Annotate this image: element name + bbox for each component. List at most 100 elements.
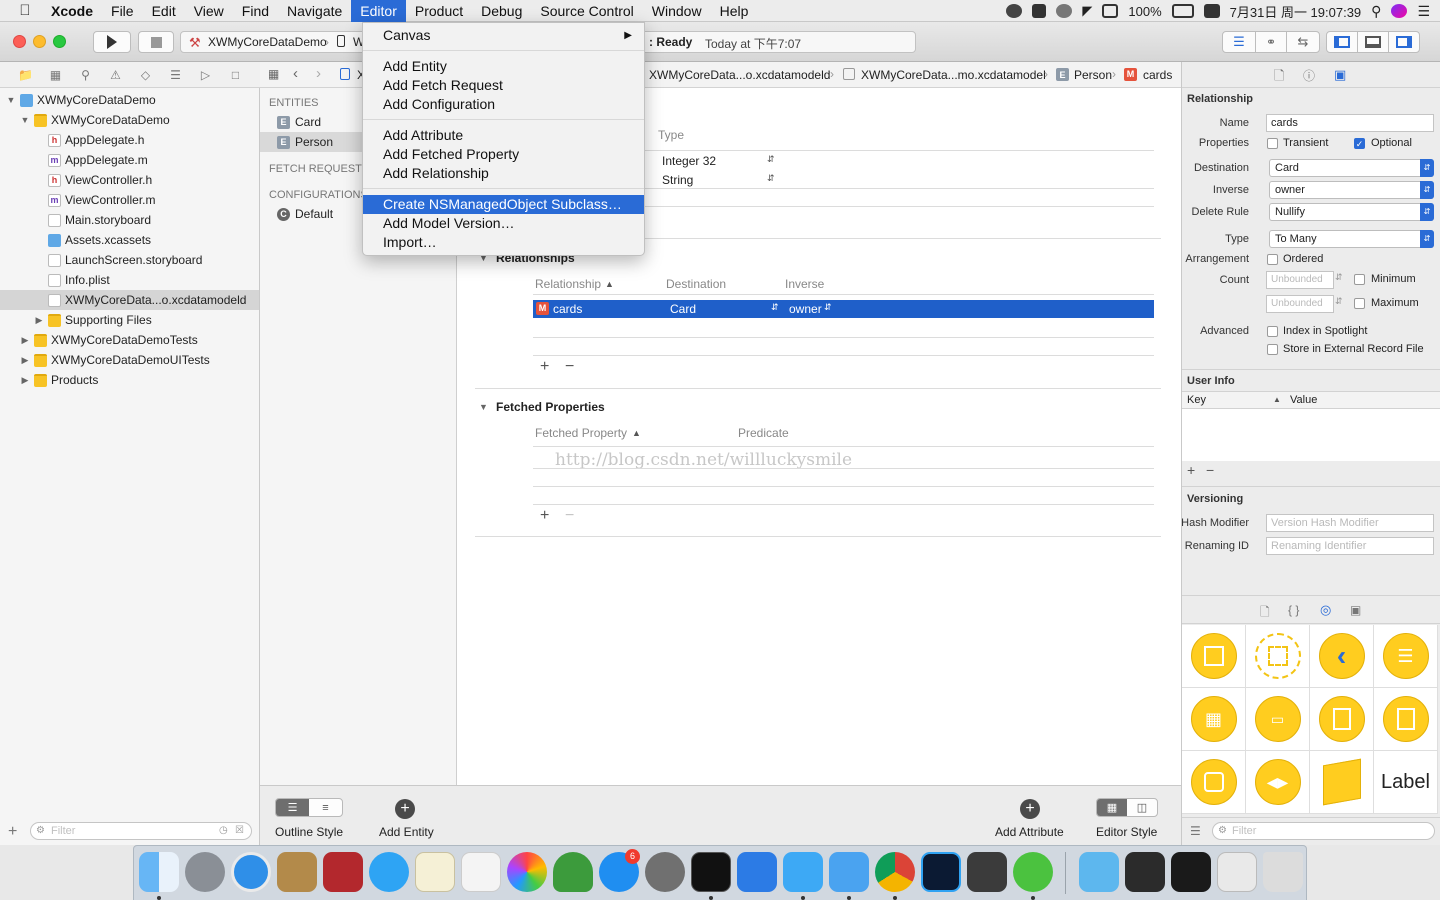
spotlight-search-icon[interactable]: ⚲	[1371, 3, 1381, 20]
navigator-row[interactable]: h ViewController.h	[0, 170, 259, 190]
menu-edit[interactable]: Edit	[143, 0, 185, 22]
navigator-row[interactable]: ▶ Supporting Files	[0, 310, 259, 330]
external-record-checkbox[interactable]	[1267, 344, 1278, 355]
add-entity-button[interactable]: +	[395, 799, 415, 819]
library-item-page-view-controller[interactable]	[1374, 688, 1438, 751]
menu-item-canvas[interactable]: Canvas ▶	[363, 26, 644, 45]
launchpad-icon[interactable]	[185, 852, 225, 892]
graph-style-icon[interactable]: ◫	[1127, 799, 1157, 816]
attribute-type-popup[interactable]: String ⇵	[662, 173, 777, 187]
disclosure-closed-icon[interactable]: ▶	[20, 335, 30, 346]
menu-item-add-fetch-request[interactable]: Add Fetch Request	[363, 76, 644, 95]
pages-icon[interactable]	[461, 852, 501, 892]
navigator-row[interactable]: ▶ Products	[0, 370, 259, 390]
wechat-tray-icon[interactable]	[1006, 4, 1023, 18]
photos-icon[interactable]	[507, 852, 547, 892]
stepper-icon[interactable]: ⇵	[1335, 296, 1343, 307]
sublime-text-icon[interactable]	[967, 852, 1007, 892]
symbol-navigator-tab-icon[interactable]: ▦	[47, 68, 64, 82]
quick-help-icon[interactable]: ⓘ	[1303, 67, 1315, 84]
documents-stack-icon[interactable]	[1217, 852, 1257, 892]
disclosure-closed-icon[interactable]: ▶	[20, 375, 30, 386]
green-app-icon[interactable]	[553, 852, 593, 892]
object-library-icon[interactable]: ◎	[1320, 602, 1331, 618]
toggle-debug-area-button[interactable]	[1357, 31, 1389, 53]
library-item-object[interactable]	[1310, 751, 1374, 814]
notes-icon[interactable]	[415, 852, 455, 892]
value-column-header[interactable]: Value	[1290, 394, 1317, 406]
menu-item-add-model-version[interactable]: Add Model Version…	[363, 214, 644, 233]
navigator-row[interactable]: ▶ XWMyCoreDataDemoUITests	[0, 350, 259, 370]
menu-app-xcode[interactable]: Xcode	[42, 0, 102, 22]
add-relationship-icon[interactable]: +	[540, 358, 549, 376]
menu-editor[interactable]: Editor	[351, 0, 406, 22]
menu-source-control[interactable]: Source Control	[531, 0, 642, 22]
recent-files-icon[interactable]: ◷	[219, 825, 228, 836]
chrome-icon[interactable]	[875, 852, 915, 892]
library-item-glkit-view-controller[interactable]	[1182, 751, 1246, 814]
stepper-icon[interactable]: ⇵	[1335, 272, 1343, 283]
menu-find[interactable]: Find	[233, 0, 278, 22]
user-info-table[interactable]	[1182, 409, 1440, 461]
wifi-icon[interactable]: ◤	[1082, 3, 1092, 19]
navigator-row[interactable]: XWMyCoreData...o.xcdatamodeld	[0, 290, 259, 310]
inverse-popup[interactable]: owner ⇵	[1269, 181, 1434, 199]
remove-fetched-property-icon[interactable]: −	[565, 507, 574, 525]
inverse-column-header[interactable]: Inverse	[785, 277, 824, 291]
add-attribute-button[interactable]: +	[1020, 799, 1040, 819]
breadcrumb-entity[interactable]: Person	[1074, 68, 1112, 82]
library-item-label[interactable]: Label	[1374, 751, 1438, 814]
report-navigator-tab-icon[interactable]: □	[227, 68, 244, 82]
remove-user-info-icon[interactable]: −	[1206, 462, 1214, 478]
minimum-checkbox[interactable]	[1354, 274, 1365, 285]
navigator-row[interactable]: Info.plist	[0, 270, 259, 290]
table-style-icon[interactable]: ▦	[1097, 799, 1127, 816]
add-user-info-icon[interactable]: +	[1187, 462, 1195, 478]
hierarchical-style-icon[interactable]: ≡	[309, 799, 342, 816]
disclosure-open-icon[interactable]: ▼	[20, 115, 30, 125]
menu-item-add-attribute[interactable]: Add Attribute	[363, 126, 644, 145]
scheme-selector[interactable]: XWMyCoreDataDemo	[208, 35, 327, 49]
add-fetched-property-icon[interactable]: +	[540, 507, 549, 525]
modified-files-icon[interactable]: ☒	[235, 825, 244, 836]
photoshop-icon[interactable]	[921, 852, 961, 892]
relationship-row-cards[interactable]: M cards Card ⇵ owner ⇵	[533, 300, 1154, 318]
standard-editor-button[interactable]: ☰	[1222, 31, 1256, 53]
library-list-view-icon[interactable]: ☰	[1190, 824, 1201, 838]
stop-button[interactable]	[138, 31, 174, 53]
menu-help[interactable]: Help	[711, 0, 758, 22]
navigator-row[interactable]: h AppDelegate.h	[0, 130, 259, 150]
renaming-id-field[interactable]: Renaming Identifier	[1266, 537, 1434, 555]
menu-view[interactable]: View	[185, 0, 233, 22]
dictionary-icon[interactable]	[323, 852, 363, 892]
library-item-view-controller[interactable]	[1182, 625, 1246, 688]
key-column-header[interactable]: Key	[1187, 394, 1206, 406]
menu-item-add-entity[interactable]: Add Entity	[363, 57, 644, 76]
navigator-row[interactable]: m ViewController.m	[0, 190, 259, 210]
qq-tray-icon[interactable]	[1032, 4, 1047, 18]
menu-debug[interactable]: Debug	[472, 0, 531, 22]
editor-style-control[interactable]: ▦ ◫	[1096, 798, 1158, 817]
ordered-checkbox[interactable]	[1267, 254, 1278, 265]
run-button[interactable]	[93, 31, 131, 53]
menu-item-add-fetched-property[interactable]: Add Fetched Property	[363, 145, 644, 164]
test-navigator-tab-icon[interactable]: ◇	[137, 68, 154, 82]
xcode-icon[interactable]	[783, 852, 823, 892]
toggle-inspector-button[interactable]	[1388, 31, 1420, 53]
library-item-table-view-controller[interactable]: ☰	[1374, 625, 1438, 688]
finder-icon[interactable]	[139, 852, 179, 892]
siri-icon[interactable]	[1391, 4, 1408, 18]
find-navigator-tab-icon[interactable]: ⚲	[77, 68, 94, 82]
minimize-window-button[interactable]	[33, 35, 46, 48]
transient-checkbox[interactable]	[1267, 138, 1278, 149]
debug-navigator-tab-icon[interactable]: ☰	[167, 68, 184, 82]
back-icon[interactable]: ‹	[293, 65, 298, 82]
optional-checkbox[interactable]: ✓	[1354, 138, 1365, 149]
remove-relationship-icon[interactable]: −	[565, 358, 574, 376]
sync-tray-icon[interactable]	[1056, 4, 1073, 18]
outline-style-control[interactable]: ☰ ≡	[275, 798, 343, 817]
data-model-inspector-icon[interactable]: ▣	[1334, 67, 1346, 83]
minimum-count-field[interactable]: Unbounded	[1266, 271, 1334, 289]
breadcrumb-model[interactable]: XWMyCoreData...mo.xcdatamodel	[861, 68, 1046, 82]
navigator-row[interactable]: ▼ XWMyCoreDataDemo	[0, 90, 259, 110]
